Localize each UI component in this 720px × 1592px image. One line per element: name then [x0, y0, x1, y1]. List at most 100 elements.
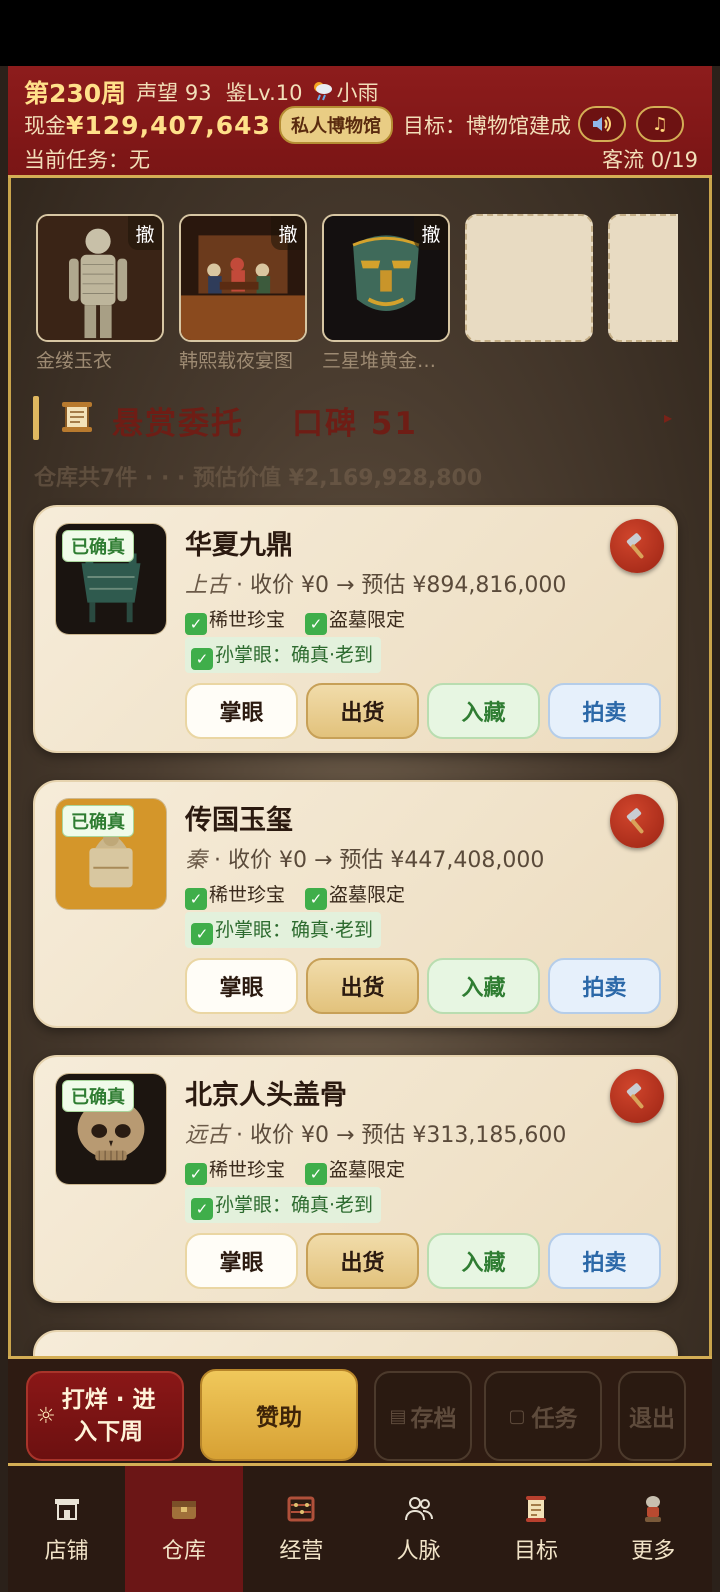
abacus-icon — [287, 1496, 315, 1522]
item-card: 已确真 华夏九鼎 上古 · 收价 ¥0 → 预估 ¥894,816,000 ✓ 稀… — [33, 505, 678, 753]
save-button[interactable]: ▤ 存档 — [374, 1371, 472, 1461]
ship-button[interactable]: 出货 — [306, 683, 419, 739]
music-button[interactable]: ♫ — [636, 106, 684, 142]
auction-button[interactable]: 拍卖 — [548, 1233, 661, 1289]
week-label: 第230周 — [24, 79, 127, 108]
hammer-icon[interactable] — [610, 1069, 664, 1123]
card-actions: 掌眼 出货 入藏 拍卖 — [185, 1233, 661, 1289]
item-tags: ✓ 稀世珍宝 ✓ 盗墓限定 — [185, 1155, 405, 1185]
item-era: 秦 — [185, 848, 208, 873]
appraise-button[interactable]: 掌眼 — [185, 958, 298, 1014]
collect-button[interactable]: 入藏 — [427, 683, 540, 739]
shelf-item-jade-suit[interactable]: 撤 — [36, 214, 164, 342]
section-title: 悬赏委托 — [112, 406, 244, 442]
check-icon: ✓ — [191, 648, 213, 670]
tag-tomb-limited: ✓ 盗墓限定 — [305, 880, 405, 910]
verified-badge: 已确真 — [62, 805, 134, 837]
appraisal-result: ✓ 孙掌眼：确真·老到 — [185, 912, 382, 948]
item-price-line: 上古 · 收价 ¥0 → 预估 ¥894,816,000 — [185, 567, 566, 599]
appraisal-level-label: 鉴Lv.10 — [225, 81, 303, 105]
nav-more[interactable]: 更多 — [595, 1466, 712, 1592]
verified-badge: 已确真 — [62, 530, 134, 562]
item-thumbnail: 已确真 — [55, 1073, 167, 1185]
weather-label: 小雨 — [336, 81, 379, 105]
shelf-slot-empty[interactable] — [608, 214, 678, 342]
nav-business[interactable]: 经营 — [243, 1466, 360, 1592]
goal-label: 目标：博物馆建成 — [402, 114, 571, 138]
ship-button[interactable]: 出货 — [306, 958, 419, 1014]
item-tags: ✓ 稀世珍宝 ✓ 盗墓限定 — [185, 880, 405, 910]
tag-rare: ✓ 稀世珍宝 — [185, 880, 285, 910]
money-label: 现金 — [24, 114, 66, 138]
shelf-label: 韩熙载夜宴图 — [179, 350, 294, 372]
auction-button[interactable]: 拍卖 — [548, 958, 661, 1014]
museum-badge[interactable]: 私人博物馆 — [278, 106, 393, 144]
reputation-label: 声望 93 — [136, 81, 212, 105]
tag-tomb-limited: ✓ 盗墓限定 — [305, 1155, 405, 1185]
item-price-line: 秦 · 收价 ¥0 → 预估 ¥447,408,000 — [185, 842, 544, 874]
revoke-button[interactable]: 撤 — [128, 216, 162, 250]
check-icon: ✓ — [191, 923, 213, 945]
sound-button[interactable] — [578, 106, 626, 142]
check-icon: ✓ — [185, 613, 207, 635]
item-thumbnail: 已确真 — [55, 798, 167, 910]
auction-button[interactable]: 拍卖 — [548, 683, 661, 739]
item-thumbnail: 已确真 — [55, 523, 167, 635]
item-name: 北京人头盖骨 — [185, 1080, 347, 1111]
exit-button[interactable]: 退出 — [618, 1371, 686, 1461]
rain-cloud-icon — [311, 78, 335, 107]
card-actions: 掌眼 出货 入藏 拍卖 — [185, 683, 661, 739]
save-icon: ▤ — [389, 1405, 407, 1427]
sponsor-button[interactable]: 赞助 — [200, 1369, 358, 1461]
nav-warehouse[interactable]: 仓库 — [125, 1466, 243, 1592]
item-price: · 收价 ¥0 → 预估 ¥447,408,000 — [207, 848, 545, 873]
check-icon: ✓ — [191, 1198, 213, 1220]
appraise-button[interactable]: 掌眼 — [185, 683, 298, 739]
top-header: 第230周 声望 93 鉴Lv.10 小雨 现金 ¥129,407,643 私人… — [8, 66, 712, 178]
item-price-line: 远古 · 收价 ¥0 → 预估 ¥313,185,600 — [185, 1117, 566, 1149]
nav-contacts[interactable]: 人脉 — [360, 1466, 477, 1592]
appraise-button[interactable]: 掌眼 — [185, 1233, 298, 1289]
scroll-target-icon — [525, 1496, 546, 1522]
collect-button[interactable]: 入藏 — [427, 1233, 540, 1289]
expand-arrow-icon[interactable]: ▸ — [664, 408, 672, 427]
item-name: 华夏九鼎 — [185, 530, 293, 561]
appraisal-result: ✓ 孙掌眼：确真·老到 — [185, 1187, 382, 1223]
tag-rare: ✓ 稀世珍宝 — [185, 1155, 285, 1185]
more-icon — [645, 1496, 662, 1522]
close-shop-next-week-button[interactable]: ☼ 打烊 · 进 入下周 — [26, 1371, 184, 1461]
speaker-icon — [593, 116, 611, 132]
people-icon — [404, 1497, 433, 1521]
section-accent-bar — [33, 396, 39, 440]
check-icon: ✓ — [305, 613, 328, 635]
tag-tomb-limited: ✓ 盗墓限定 — [305, 605, 405, 635]
collect-button[interactable]: 入藏 — [427, 958, 540, 1014]
nav-shop[interactable]: 店铺 — [8, 1466, 125, 1592]
revoke-button[interactable]: 撤 — [271, 216, 305, 250]
check-icon: ✓ — [305, 1163, 328, 1185]
current-task: 当前任务：无 — [24, 148, 150, 172]
warehouse-summary: 仓库共7件 · · · 预估价值 ¥2,169,928,800 — [34, 466, 483, 491]
shelf-slot-empty[interactable] — [465, 214, 593, 342]
shelf-item-night-banquet[interactable]: 撤 — [179, 214, 307, 342]
ship-button[interactable]: 出货 — [306, 1233, 419, 1289]
task-icon: ▢ — [508, 1405, 526, 1427]
status-bar — [0, 0, 720, 66]
item-price: · 收价 ¥0 → 预估 ¥313,185,600 — [229, 1123, 567, 1148]
item-card: 已确真 传国玉玺 秦 · 收价 ¥0 → 预估 ¥447,408,000 ✓ 稀世… — [33, 780, 678, 1028]
tasks-button[interactable]: ▢ 任务 — [484, 1371, 602, 1461]
warehouse-icon — [171, 1501, 196, 1519]
hammer-icon[interactable] — [610, 519, 664, 573]
money-value: ¥129,407,643 — [66, 110, 271, 140]
revoke-button[interactable]: 撤 — [414, 216, 448, 250]
shelf-item-sanxingdui-mask[interactable]: 撤 — [322, 214, 450, 342]
nav-goals[interactable]: 目标 — [477, 1466, 594, 1592]
sun-icon: ☼ — [36, 1403, 56, 1429]
verified-badge: 已确真 — [62, 1080, 134, 1112]
check-icon: ✓ — [305, 888, 328, 910]
word-of-mouth: 口碑 51 — [292, 406, 418, 442]
check-icon: ✓ — [185, 1163, 207, 1185]
music-note-icon: ♫ — [651, 113, 669, 135]
card-actions: 掌眼 出货 入藏 拍卖 — [185, 958, 661, 1014]
hammer-icon[interactable] — [610, 794, 664, 848]
